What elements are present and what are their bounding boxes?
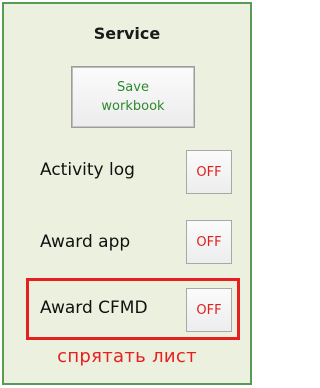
award-app-label: Award app	[40, 232, 131, 252]
award-cfmd-toggle-button[interactable]: OFF	[186, 288, 232, 332]
activity-log-label: Activity log	[40, 160, 135, 180]
save-workbook-button[interactable]: Save workbook	[71, 66, 195, 128]
service-panel: Service Save workbook Activity log OFF A…	[2, 2, 252, 385]
panel-title: Service	[93, 24, 161, 43]
award-app-toggle-button[interactable]: OFF	[186, 220, 232, 264]
activity-log-toggle-button[interactable]: OFF	[186, 150, 232, 194]
hide-sheet-note: спрятать лист	[57, 346, 197, 367]
award-cfmd-label: Award CFMD	[40, 298, 148, 318]
